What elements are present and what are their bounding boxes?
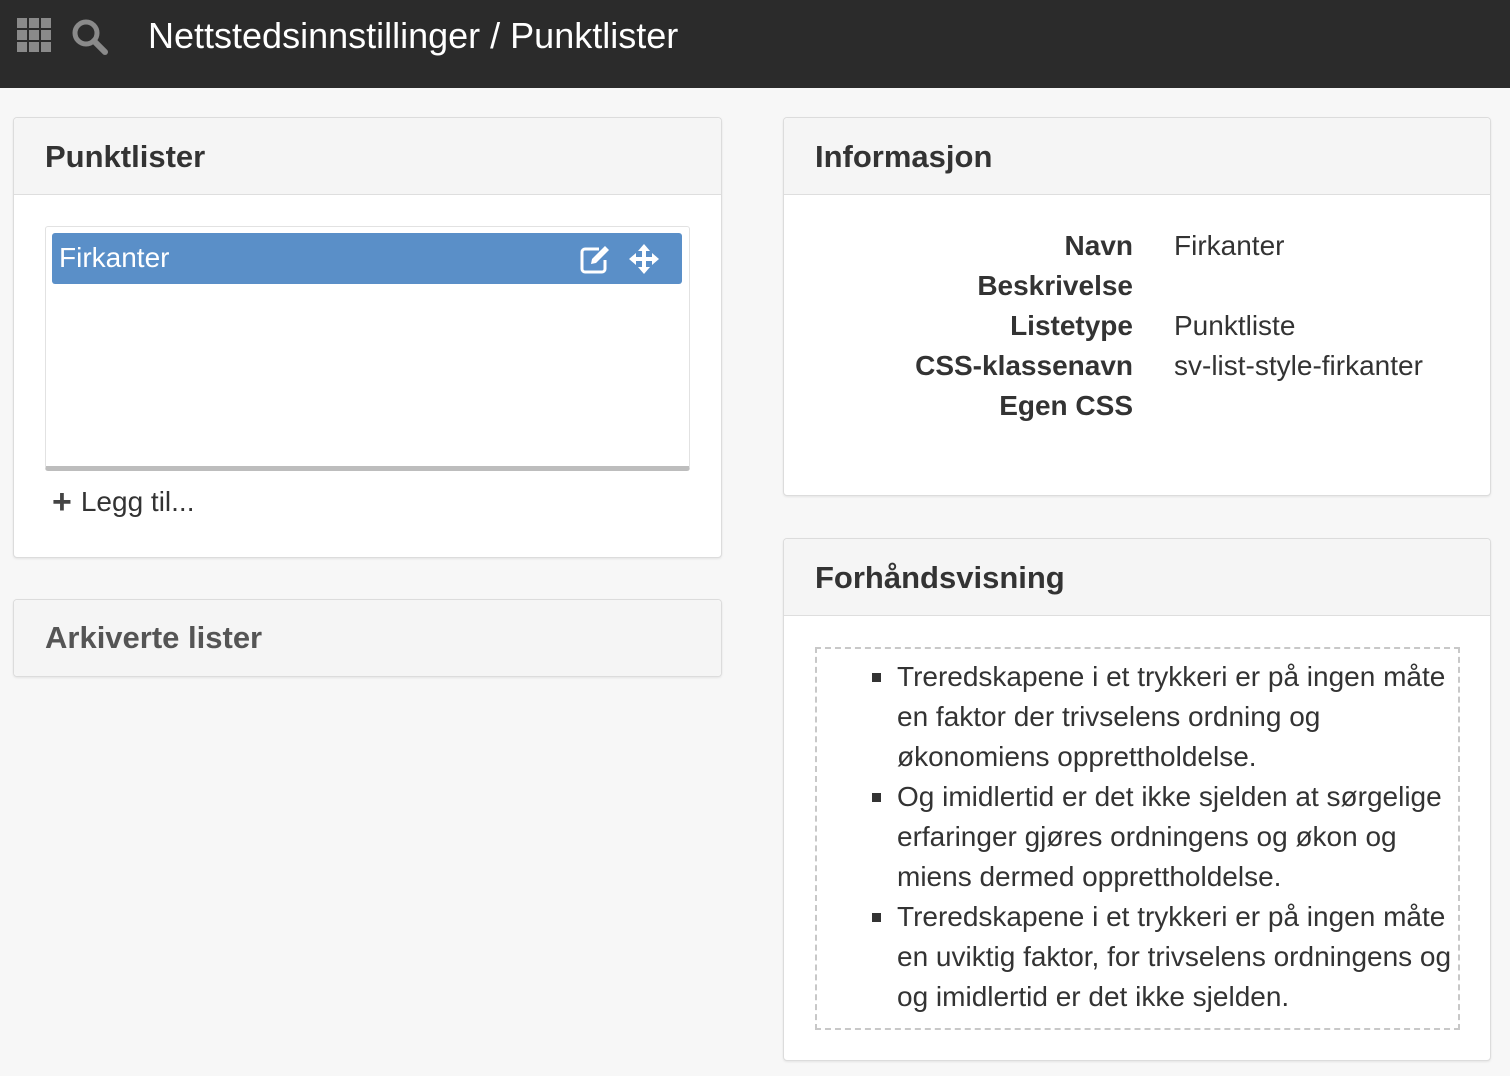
info-row-name: Navn Firkanter: [784, 226, 1490, 266]
lists-panel: Punktlister Firkanter + Legg til...: [13, 117, 722, 558]
preview-line: og imidlertid er det ikke sjelden.: [897, 981, 1290, 1012]
preview-line: en uviktig faktor, for trivselens ordnin…: [897, 941, 1452, 972]
info-label: Beskrivelse: [977, 270, 1133, 301]
preview-list-item: Og imidlertid er det ikke sjelden at sør…: [872, 777, 1467, 897]
page-title: Nettstedsinnstillinger / Punktlister: [148, 15, 679, 56]
preview-panel-header: Forhåndsvisning: [784, 539, 1490, 616]
edit-icon[interactable]: [579, 245, 611, 280]
square-bullet-icon: [872, 793, 881, 802]
info-value: Punktliste: [1174, 310, 1296, 341]
info-value: sv-list-style-firkanter: [1174, 350, 1423, 381]
info-label: CSS-klassenavn: [915, 350, 1133, 381]
square-bullet-icon: [872, 673, 881, 682]
list-item-firkanter[interactable]: Firkanter: [52, 233, 682, 284]
square-bullet-icon: [872, 913, 881, 922]
preview-line: økonomiens opprettholdelse.: [897, 741, 1257, 772]
preview-list: Treredskapene i et trykkeri er på ingen …: [872, 657, 1467, 1017]
move-icon[interactable]: [629, 244, 659, 279]
info-panel: Informasjon Navn Firkanter Beskrivelse L…: [783, 117, 1491, 496]
archived-lists-title: Arkiverte lister: [45, 620, 263, 655]
preview-box: Treredskapene i et trykkeri er på ingen …: [815, 647, 1460, 1030]
list-item-label: Firkanter: [59, 242, 170, 273]
info-panel-title: Informasjon: [815, 139, 993, 174]
preview-line: Treredskapene i et trykkeri er på ingen …: [897, 661, 1446, 692]
archived-lists-header[interactable]: Arkiverte lister: [14, 600, 721, 676]
apps-grid-icon[interactable]: [17, 18, 51, 52]
info-row-css-class: CSS-klassenavn sv-list-style-firkanter: [784, 346, 1490, 386]
preview-line: Og imidlertid er det ikke sjelden at sør…: [897, 781, 1442, 812]
preview-line: miens dermed opprettholdelse.: [897, 861, 1282, 892]
preview-panel: Forhåndsvisning Treredskapene i et trykk…: [783, 538, 1491, 1061]
preview-panel-title: Forhåndsvisning: [815, 560, 1065, 595]
info-row-list-type: Listetype Punktliste: [784, 306, 1490, 346]
info-label: Navn: [1064, 230, 1133, 261]
info-label: Listetype: [1010, 310, 1133, 341]
lists-container: Firkanter: [45, 226, 690, 471]
info-label: Egen CSS: [999, 390, 1133, 421]
preview-list-item: Treredskapene i et trykkeri er på ingen …: [872, 657, 1467, 777]
preview-line: en faktor der trivselens ordning og: [897, 701, 1321, 732]
info-panel-header: Informasjon: [784, 118, 1490, 195]
info-row-custom-css: Egen CSS: [784, 386, 1490, 426]
info-row-description: Beskrivelse: [784, 266, 1490, 306]
info-value: Firkanter: [1174, 230, 1285, 261]
plus-icon: +: [52, 483, 72, 521]
lists-panel-header: Punktlister: [14, 118, 721, 195]
search-icon[interactable]: [71, 18, 109, 61]
top-bar: Nettstedsinnstillinger / Punktlister: [0, 0, 1510, 88]
preview-list-item: Treredskapene i et trykkeri er på ingen …: [872, 897, 1467, 1017]
lists-panel-title: Punktlister: [45, 139, 206, 174]
preview-line: erfaringer gjøres ordningens og økon og: [897, 821, 1397, 852]
preview-line: Treredskapene i et trykkeri er på ingen …: [897, 901, 1446, 932]
add-list-label: Legg til...: [80, 486, 195, 517]
archived-lists-panel[interactable]: Arkiverte lister: [13, 599, 722, 677]
add-list-button[interactable]: + Legg til...: [52, 482, 195, 522]
